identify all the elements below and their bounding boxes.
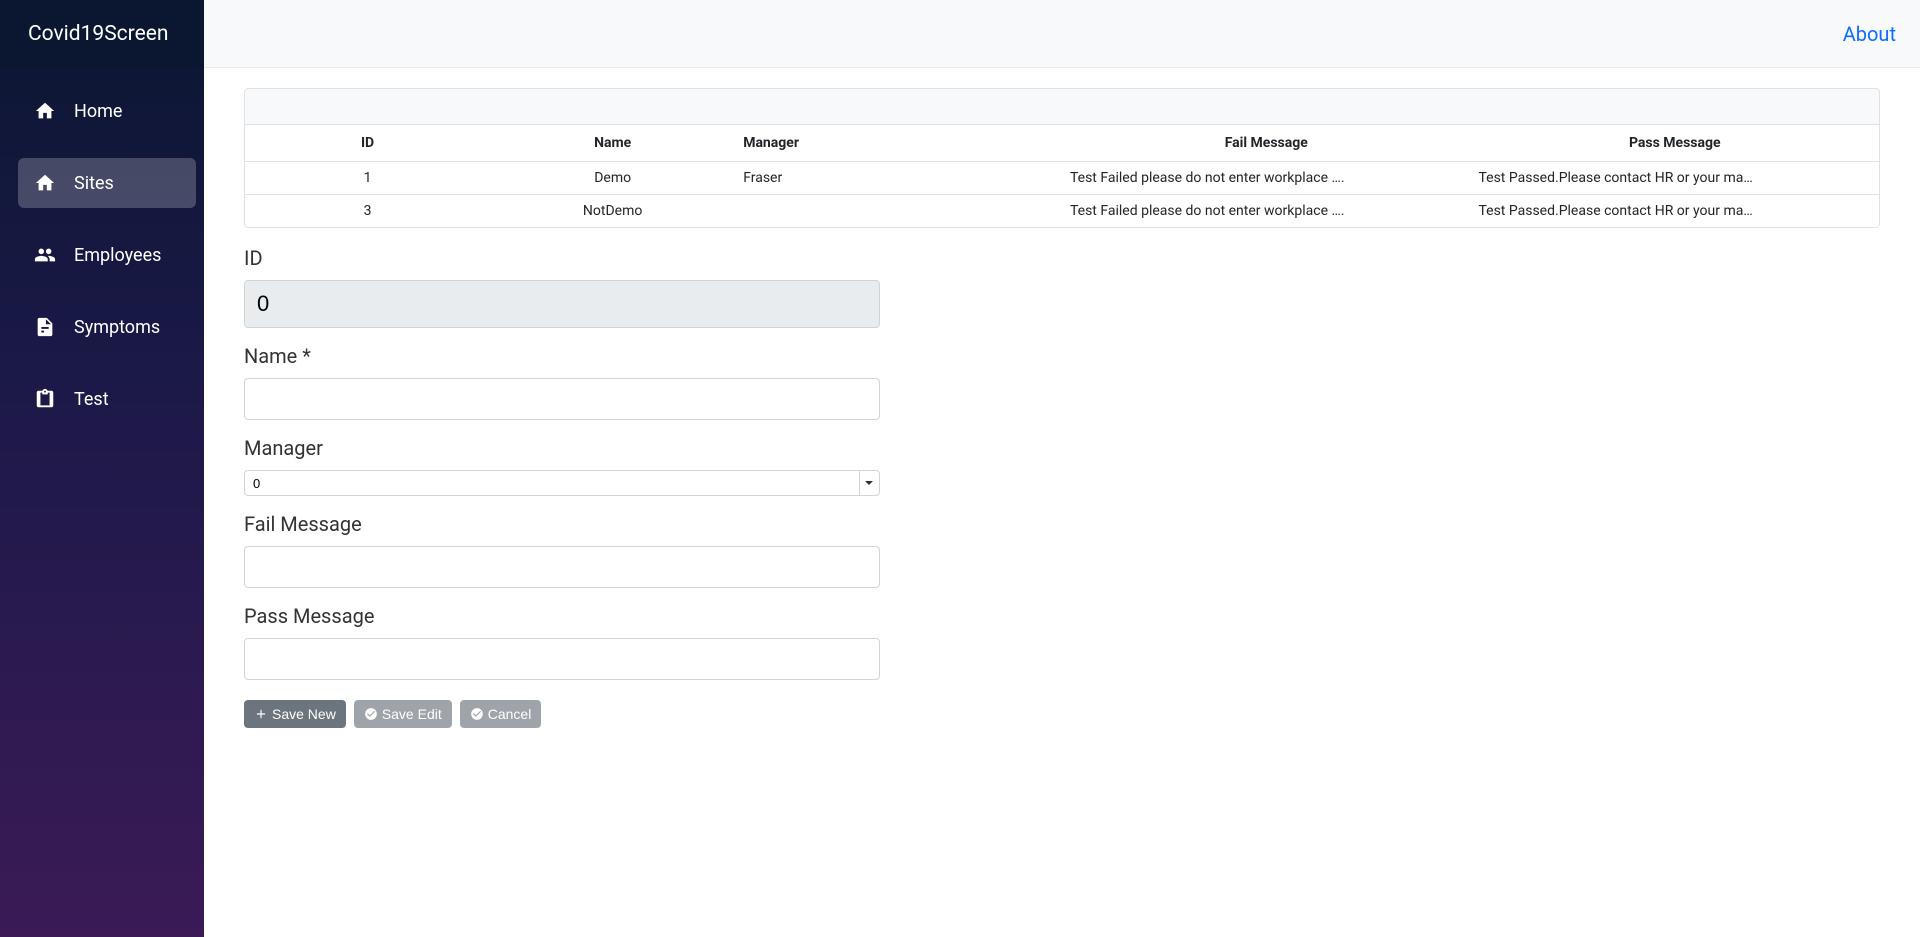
label-pass-message: Pass Message	[244, 604, 880, 628]
table-row[interactable]: 3 NotDemo Test Failed please do not ente…	[245, 195, 1879, 228]
cell-manager	[735, 195, 1062, 228]
cell-pass-message: Test Passed.Please contact HR or your ma…	[1470, 162, 1879, 195]
home-icon	[34, 100, 56, 122]
sidebar-item-label: Sites	[74, 173, 114, 194]
col-header-manager[interactable]: Manager	[735, 125, 1062, 162]
clipboard-icon	[34, 388, 56, 410]
sidebar-item-label: Test	[74, 389, 109, 410]
sidebar-item-label: Symptoms	[74, 317, 160, 338]
cell-fail-message: Test Failed please do not enter workplac…	[1062, 162, 1471, 195]
label-name: Name *	[244, 344, 880, 368]
save-new-button[interactable]: Save New	[244, 700, 346, 728]
button-label: Save New	[272, 706, 336, 722]
people-icon	[34, 244, 56, 266]
col-header-id[interactable]: ID	[245, 125, 490, 162]
content: ID Name Manager Fail Message Pass Messag…	[204, 68, 1920, 748]
file-icon	[34, 316, 56, 338]
sidebar-item-home[interactable]: Home	[18, 86, 196, 136]
pass-message-field[interactable]	[244, 638, 880, 680]
check-circle-icon	[470, 707, 484, 721]
fail-message-field[interactable]	[244, 546, 880, 588]
col-header-fail-message[interactable]: Fail Message	[1062, 125, 1471, 162]
id-field	[244, 280, 880, 328]
form-actions: Save New Save Edit Cancel	[244, 700, 1880, 728]
check-circle-icon	[364, 707, 378, 721]
label-fail-message: Fail Message	[244, 512, 880, 536]
sidebar-nav: Home Sites Employees Symptoms	[0, 68, 204, 424]
table-row[interactable]: 1 Demo Fraser Test Failed please do not …	[245, 162, 1879, 195]
sidebar-item-symptoms[interactable]: Symptoms	[18, 302, 196, 352]
plus-icon	[254, 707, 268, 721]
table-header-row: ID Name Manager Fail Message Pass Messag…	[245, 125, 1879, 162]
cell-name: Demo	[490, 162, 735, 195]
cell-manager: Fraser	[735, 162, 1062, 195]
name-field[interactable]	[244, 378, 880, 420]
manager-dropdown[interactable]	[244, 470, 880, 496]
about-link[interactable]: About	[1843, 22, 1896, 46]
sidebar-item-label: Employees	[74, 245, 161, 266]
cancel-button: Cancel	[460, 700, 542, 728]
save-edit-button: Save Edit	[354, 700, 452, 728]
brand: Covid19Screen	[0, 0, 204, 68]
col-header-name[interactable]: Name	[490, 125, 735, 162]
button-label: Cancel	[488, 706, 532, 722]
sidebar-item-sites[interactable]: Sites	[18, 158, 196, 208]
sites-table: ID Name Manager Fail Message Pass Messag…	[244, 88, 1880, 228]
sidebar: Covid19Screen Home Sites Employees	[0, 0, 204, 937]
chevron-down-icon	[865, 481, 873, 485]
cell-fail-message: Test Failed please do not enter workplac…	[1062, 195, 1471, 228]
brand-text: Covid19Screen	[28, 22, 168, 46]
label-manager: Manager	[244, 436, 880, 460]
cell-id: 3	[245, 195, 490, 228]
col-header-pass-message[interactable]: Pass Message	[1470, 125, 1879, 162]
cell-pass-message: Test Passed.Please contact HR or your ma…	[1470, 195, 1879, 228]
label-id: ID	[244, 246, 880, 270]
topbar: About	[204, 0, 1920, 68]
home-icon	[34, 172, 56, 194]
button-label: Save Edit	[382, 706, 442, 722]
table-header-bar	[245, 89, 1879, 125]
manager-input[interactable]	[244, 470, 859, 496]
sidebar-item-employees[interactable]: Employees	[18, 230, 196, 280]
sidebar-item-test[interactable]: Test	[18, 374, 196, 424]
sidebar-item-label: Home	[74, 101, 122, 122]
cell-name: NotDemo	[490, 195, 735, 228]
cell-id: 1	[245, 162, 490, 195]
manager-dropdown-toggle[interactable]	[859, 470, 880, 496]
